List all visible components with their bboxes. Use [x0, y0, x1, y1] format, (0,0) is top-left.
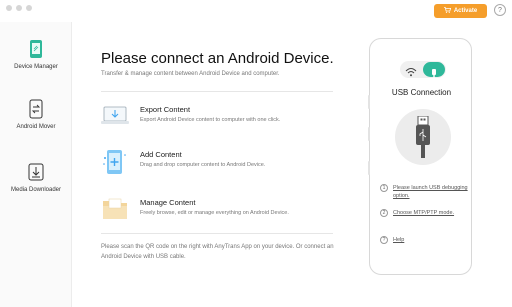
sidebar-item-label: Android Mover — [16, 124, 56, 130]
sidebar: Device Manager Android Mover Media Downl… — [0, 22, 72, 307]
help-link[interactable]: Help — [393, 236, 469, 244]
feature-manage-content[interactable]: Manage Content Freely browse, edit or ma… — [101, 197, 341, 227]
wifi-icon[interactable] — [405, 64, 417, 82]
usb-toggle[interactable] — [423, 62, 445, 78]
usb-cable-icon — [395, 109, 451, 165]
window-controls[interactable] — [6, 5, 32, 11]
sidebar-item-media-downloader[interactable]: Media Downloader — [0, 161, 72, 193]
feature-add-content[interactable]: Add Content Drag and drop computer conte… — [101, 149, 341, 179]
feature-export-content[interactable]: Export Content Export Android Device con… — [101, 104, 341, 134]
minimize-window-button[interactable] — [16, 5, 22, 11]
zoom-window-button[interactable] — [26, 5, 32, 11]
feature-description: Export Android Device content to compute… — [140, 117, 281, 123]
cart-icon — [443, 7, 451, 15]
usb-plug-icon — [431, 65, 437, 83]
feature-title: Manage Content — [140, 198, 196, 207]
feature-title: Add Content — [140, 150, 182, 159]
feature-description: Freely browse, edit or manage everything… — [140, 210, 289, 216]
mtp-ptp-mode-link[interactable]: Choose MTP/PTP mode. — [393, 209, 469, 217]
feature-title: Export Content — [140, 105, 191, 114]
activate-button[interactable]: Activate — [434, 4, 487, 18]
usb-connection-title: USB Connection — [391, 88, 452, 97]
usb-debugging-link[interactable]: Please launch USB debugging option. — [393, 184, 469, 200]
page-title: Please connect an Android Device. — [101, 50, 334, 67]
add-content-icon — [101, 149, 129, 175]
step-number: 1 — [380, 184, 388, 192]
help-step-icon: ? — [380, 236, 388, 244]
phone-icon — [26, 38, 46, 60]
step-number: 2 — [380, 209, 388, 217]
phone-panel: USB Connection 1 Please launch USB debug… — [368, 38, 472, 275]
sidebar-item-device-manager[interactable]: Device Manager — [0, 38, 72, 70]
transfer-phone-icon — [26, 98, 46, 120]
close-window-button[interactable] — [6, 5, 12, 11]
connection-mode-toggle[interactable] — [400, 61, 446, 78]
download-icon — [26, 161, 46, 183]
sidebar-item-label: Media Downloader — [10, 187, 62, 193]
divider — [101, 91, 333, 92]
phone-side-button — [368, 161, 370, 175]
usb-step-help: ? Help — [380, 236, 470, 246]
feature-description: Drag and drop computer content to Androi… — [140, 162, 266, 168]
phone-volume-button — [368, 127, 370, 141]
activate-label: Activate — [453, 8, 478, 14]
page-subtitle: Transfer & manage content between Androi… — [101, 71, 280, 77]
laptop-export-icon — [101, 104, 129, 130]
help-button[interactable]: ? — [494, 4, 506, 16]
title-bar: Activate ? — [0, 0, 512, 22]
usb-step-2: 2 Choose MTP/PTP mode. — [380, 209, 470, 219]
usb-step-1: 1 Please launch USB debugging option. — [380, 184, 470, 202]
folder-icon — [101, 197, 129, 223]
sidebar-item-android-mover[interactable]: Android Mover — [0, 98, 72, 130]
sidebar-item-label: Device Manager — [14, 64, 58, 70]
divider — [101, 233, 333, 234]
phone-volume-button — [368, 95, 370, 109]
connection-note: Please scan the QR code on the right wit… — [101, 244, 334, 260]
